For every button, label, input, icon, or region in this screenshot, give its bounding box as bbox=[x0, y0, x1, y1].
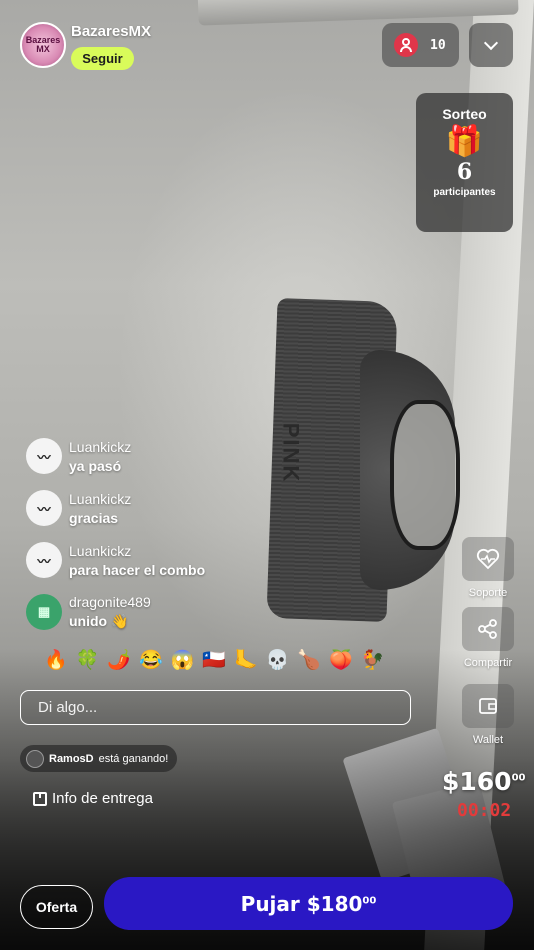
chat-avatar[interactable]: 〰 bbox=[26, 438, 62, 474]
drumstick-emoji-button[interactable]: 🍗 bbox=[297, 648, 321, 672]
chat-avatar[interactable]: 〰 bbox=[26, 542, 62, 578]
wallet-button[interactable] bbox=[462, 684, 514, 728]
offer-button[interactable]: Oferta bbox=[20, 885, 93, 929]
support-action[interactable]: Soporte bbox=[462, 537, 514, 599]
background-laptop bbox=[197, 0, 519, 26]
giveaway-title: Sorteo bbox=[442, 106, 487, 122]
share-button[interactable] bbox=[462, 607, 514, 651]
auction-timer: 00:02 bbox=[457, 800, 512, 821]
giveaway-participant-count: 6 bbox=[456, 159, 473, 185]
emoji-reaction-bar: 🔥 🍀 🌶️ 😂 😱 🇨🇱 🦶 💀 🍗 🍑 🐓 bbox=[44, 648, 384, 672]
delivery-info-link[interactable]: Info de entrega bbox=[33, 790, 153, 807]
winner-username: RamosD bbox=[49, 752, 94, 765]
chat-input[interactable] bbox=[20, 690, 411, 725]
current-price-value: $160 bbox=[442, 767, 512, 796]
support-label: Soporte bbox=[468, 587, 508, 599]
follow-button[interactable]: Seguir bbox=[71, 47, 134, 70]
chile-flag-emoji-button[interactable]: 🇨🇱 bbox=[202, 648, 226, 672]
seller-avatar[interactable]: Bazares MX bbox=[20, 22, 66, 68]
heart-pulse-icon bbox=[476, 548, 500, 570]
support-button[interactable] bbox=[462, 537, 514, 581]
chat-username[interactable]: Luankickz bbox=[69, 491, 131, 507]
user-icon bbox=[394, 33, 418, 57]
chevron-down-icon bbox=[483, 35, 499, 50]
bid-button-cents: 00 bbox=[362, 894, 377, 906]
chat-text: unido 👋 bbox=[69, 613, 129, 629]
chat-username[interactable]: dragonite489 bbox=[69, 594, 151, 610]
viewer-count: 10 bbox=[430, 37, 446, 53]
fire-emoji-button[interactable]: 🔥 bbox=[44, 648, 68, 672]
chat-message: 〰 Luankickz para hacer el combo bbox=[26, 534, 276, 586]
live-stream-screen: PINK Bazares MX BazaresMX Seguir 10 Sort… bbox=[0, 0, 534, 950]
winner-status-text: está ganando! bbox=[98, 752, 169, 765]
viewer-count-badge[interactable]: 10 bbox=[382, 23, 459, 67]
current-price-cents: 00 bbox=[511, 772, 526, 784]
chat-text: ya pasó bbox=[69, 457, 122, 474]
chat-avatar[interactable]: ▦ bbox=[26, 594, 62, 630]
current-price: $16000 bbox=[442, 767, 526, 796]
winning-bidder-badge: RamosD está ganando! bbox=[20, 745, 178, 772]
product-brand-text: PINK bbox=[278, 422, 304, 484]
chat-message: 〰 Luankickz ya pasó bbox=[26, 430, 276, 482]
menu-button[interactable] bbox=[469, 23, 513, 67]
wallet-action[interactable]: Wallet bbox=[462, 684, 514, 746]
laughing-emoji-button[interactable]: 😂 bbox=[139, 648, 163, 672]
chat-feed: 〰 Luankickz ya pasó 〰 Luankickz gracias … bbox=[26, 430, 276, 638]
product-strap bbox=[390, 400, 460, 550]
share-action[interactable]: Compartir bbox=[462, 607, 514, 669]
chat-text: para hacer el combo bbox=[69, 561, 206, 578]
bid-button[interactable]: Pujar $18000 bbox=[104, 877, 513, 930]
chat-message: 〰 Luankickz gracias bbox=[26, 482, 276, 534]
seller-name[interactable]: BazaresMX bbox=[71, 23, 151, 40]
product-photo: PINK bbox=[250, 290, 470, 630]
skull-emoji-button[interactable]: 💀 bbox=[266, 648, 290, 672]
scream-emoji-button[interactable]: 😱 bbox=[171, 648, 195, 672]
gift-icon: 🎁 bbox=[445, 125, 484, 158]
share-icon bbox=[478, 619, 497, 639]
bid-button-label: Pujar $180 bbox=[240, 891, 363, 916]
clover-emoji-button[interactable]: 🍀 bbox=[76, 648, 100, 672]
winner-avatar bbox=[26, 749, 44, 768]
chili-emoji-button[interactable]: 🌶️ bbox=[107, 648, 131, 672]
chat-username[interactable]: Luankickz bbox=[69, 543, 205, 559]
chat-text: gracias bbox=[69, 509, 119, 526]
giveaway-participant-label: participantes bbox=[433, 187, 496, 198]
wallet-icon bbox=[479, 698, 497, 714]
package-icon bbox=[33, 791, 47, 806]
chat-username[interactable]: Luankickz bbox=[69, 439, 131, 455]
foot-emoji-button[interactable]: 🦶 bbox=[234, 648, 258, 672]
giveaway-card[interactable]: Sorteo 🎁 6 participantes bbox=[416, 93, 513, 232]
wallet-label: Wallet bbox=[472, 734, 504, 746]
rooster-emoji-button[interactable]: 🐓 bbox=[361, 648, 385, 672]
chat-message: ▦ dragonite489 unido 👋 bbox=[26, 586, 276, 638]
share-label: Compartir bbox=[463, 657, 513, 669]
delivery-info-label: Info de entrega bbox=[52, 790, 153, 807]
seller-avatar-text: Bazares MX bbox=[25, 35, 61, 54]
chat-avatar[interactable]: 〰 bbox=[26, 490, 62, 526]
peach-emoji-button[interactable]: 🍑 bbox=[329, 648, 353, 672]
